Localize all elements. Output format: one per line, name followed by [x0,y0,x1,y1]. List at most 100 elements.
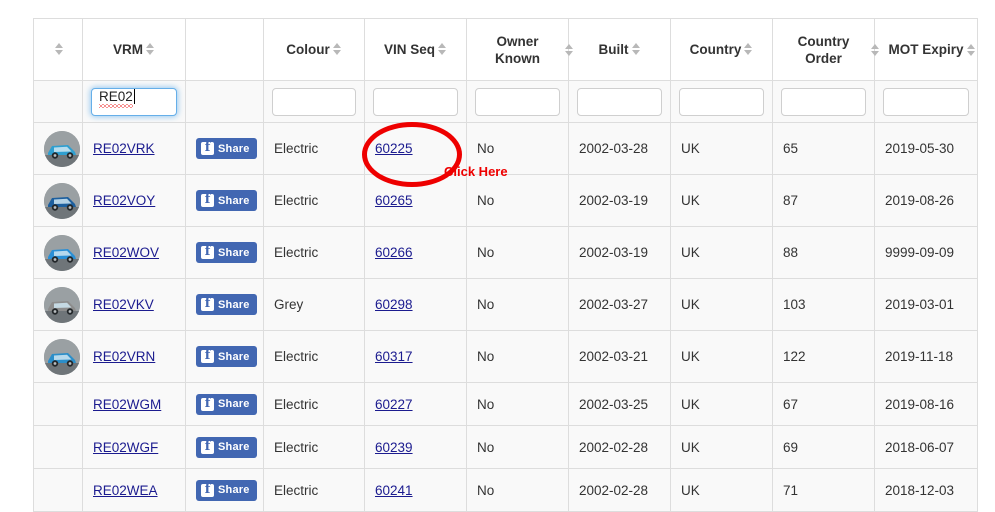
cell-built: 2002-03-27 [568,278,671,331]
column-header-colour[interactable]: Colour [263,18,365,81]
sort-arrows-icon[interactable] [146,42,155,56]
facebook-share-label: Share [218,398,250,410]
header-row: VRM Colour VIN Seq Owner Known Built Cou… [33,18,978,81]
vin-seq-link[interactable]: 60239 [375,440,413,455]
vrm-link[interactable]: RE02WGM [93,397,161,412]
filter-input-mot-expiry[interactable] [883,87,969,116]
facebook-icon [201,140,214,155]
owner-known-value: No [477,349,495,364]
table-row: RE02WOV Share Electric 60266 No 2002-03-19 UK 8… [33,226,978,279]
owner-known-value: No [477,193,495,208]
cell-mot-expiry: 9999-09-09 [874,226,978,279]
facebook-share-button[interactable]: Share [196,190,257,211]
vrm-link[interactable]: RE02WEA [93,483,158,498]
column-header-country-label: Country [689,42,742,57]
vrm-link[interactable]: RE02VOY [93,193,155,208]
vehicle-thumbnail-image[interactable] [44,130,80,167]
facebook-share-button[interactable]: Share [196,436,257,458]
vehicle-thumbnail-image[interactable] [44,338,80,375]
vin-seq-link[interactable]: 60227 [375,397,413,412]
cell-thumbnail [33,330,83,383]
column-header-country-order[interactable]: Country Order [772,18,879,81]
column-header-country[interactable]: Country [670,18,773,81]
cell-vrm: RE02VRK [82,122,186,175]
filter-input-country-order[interactable] [781,87,866,116]
filter-cell-vrm: RE02 [82,80,186,123]
filter-cell-colour [263,80,365,123]
cell-share: Share [185,122,264,175]
filter-cell-country-order [772,80,875,123]
vrm-link[interactable]: RE02VKV [93,297,154,312]
column-header-vin-seq[interactable]: VIN Seq [364,18,467,81]
sort-arrows-icon[interactable] [55,42,64,56]
cell-vrm: RE02WEA [82,468,186,512]
filter-input-vin-seq[interactable] [373,87,458,116]
vehicle-thumbnail-image[interactable] [44,182,80,219]
facebook-share-button[interactable]: Share [196,138,257,159]
column-header-mot-expiry[interactable]: MOT Expiry [874,18,978,81]
filter-input-owner-known[interactable] [475,87,560,116]
cell-share: Share [185,330,264,383]
facebook-share-button[interactable]: Share [196,393,257,415]
country-order-value: 88 [783,245,799,260]
sort-arrows-icon[interactable] [565,43,574,57]
vehicle-thumbnail-image[interactable] [44,286,80,323]
vrm-link[interactable]: RE02VRN [93,349,155,364]
sort-arrows-icon[interactable] [438,42,447,56]
sort-arrows-icon[interactable] [631,42,641,56]
mot-expiry-value: 2019-08-26 [885,193,955,208]
vrm-link[interactable]: RE02WOV [93,245,159,260]
cell-country-order: 67 [772,382,875,426]
cell-colour: Electric [263,174,365,227]
cell-built: 2002-03-21 [568,330,671,383]
country-value: UK [681,482,700,498]
built-value: 2002-03-27 [579,297,649,312]
filter-input-vrm[interactable]: RE02 [91,87,177,116]
facebook-share-button[interactable]: Share [196,479,257,501]
facebook-share-button[interactable]: Share [196,294,257,315]
filter-cell-thumbnail [33,80,83,123]
cell-colour: Electric [263,425,365,469]
vin-seq-link[interactable]: 60265 [375,193,413,208]
vin-seq-link[interactable]: 60298 [375,297,413,312]
vin-seq-link[interactable]: 60241 [375,483,413,498]
facebook-icon [201,244,214,259]
mot-expiry-value: 2018-12-03 [885,482,955,498]
vrm-link[interactable]: RE02VRK [93,141,155,156]
colour-value: Electric [274,396,319,412]
vin-seq-link[interactable]: 60266 [375,245,413,260]
country-order-value: 71 [783,482,799,498]
cell-vrm: RE02WGM [82,382,186,426]
filter-input-built[interactable] [577,87,662,116]
colour-value: Electric [274,349,319,364]
column-header-owner-known-label: Owner Known [495,33,540,66]
sort-arrows-icon[interactable] [332,42,342,56]
filter-input-colour[interactable] [272,87,356,116]
vin-seq-link[interactable]: 60317 [375,349,413,364]
vrm-link[interactable]: RE02WGF [93,440,158,455]
facebook-share-label: Share [218,484,250,496]
cell-owner-known: No [466,278,569,331]
country-order-value: 122 [783,349,806,364]
country-value: UK [681,396,700,412]
vin-seq-link[interactable]: 60225 [375,141,413,156]
filter-cell-built [568,80,671,123]
country-value: UK [681,193,700,208]
column-header-built[interactable]: Built [568,18,671,81]
cell-vin-seq: 60317 [364,330,467,383]
filter-input-country[interactable] [679,87,764,116]
cell-vin-seq: 60298 [364,278,467,331]
facebook-share-button[interactable]: Share [196,346,257,367]
cell-thumbnail [33,468,83,512]
sort-arrows-icon[interactable] [871,43,880,57]
facebook-share-button[interactable]: Share [196,242,257,263]
sort-arrows-icon[interactable] [966,43,976,57]
column-header-owner-known[interactable]: Owner Known [466,18,573,81]
facebook-icon [201,482,214,497]
cell-colour: Electric [263,330,365,383]
text-caret [133,88,135,104]
column-header-thumbnail[interactable] [33,18,83,81]
sort-arrows-icon[interactable] [744,42,753,56]
column-header-vrm[interactable]: VRM [82,18,186,81]
vehicle-thumbnail-image[interactable] [44,234,80,271]
